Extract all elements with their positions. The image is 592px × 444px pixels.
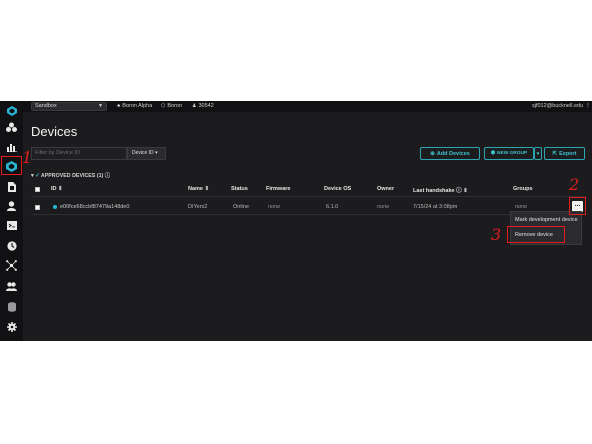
device-type-boron[interactable]: ⬡ Boron xyxy=(161,102,182,111)
integrations-icon[interactable] xyxy=(3,257,20,274)
new-group-button[interactable]: ⬢ NEW GROUP xyxy=(484,147,534,160)
logo-icon[interactable] xyxy=(3,102,20,119)
chevron-down-icon: ▾ xyxy=(155,150,158,156)
terminal-icon[interactable] xyxy=(3,217,20,234)
filter-field-select[interactable]: Device ID ▾ xyxy=(127,147,166,160)
annotation-number-2: 2 xyxy=(569,175,580,194)
sort-icon: ⇕ xyxy=(204,186,210,192)
filter-field-label: Device ID xyxy=(132,150,154,156)
device-type-label: Boron Alpha xyxy=(122,103,153,109)
add-devices-label: Add Devices xyxy=(436,150,470,157)
analytics-icon[interactable] xyxy=(3,139,20,156)
chevron-down-icon: ▾ xyxy=(536,150,540,157)
approved-devices-label: APPROVED DEVICES (1) xyxy=(40,173,104,179)
device-os-cell: 6.1.0 xyxy=(326,204,339,210)
user-menu[interactable]: sjf012@bucknell.edu ⋮ xyxy=(532,102,591,111)
export-button[interactable]: ⇱ Export xyxy=(544,147,585,160)
column-header-groups: Groups xyxy=(513,186,533,192)
row-checkbox[interactable] xyxy=(35,205,40,210)
add-devices-button[interactable]: ⊕ Add Devices xyxy=(420,147,480,160)
table-header: ID ⇕ Name ⇕ Status Firmware Device OS Ow… xyxy=(31,184,587,197)
info-icon: ⓘ xyxy=(104,173,111,179)
page-title: Devices xyxy=(31,124,78,139)
annotation-box-more xyxy=(569,197,586,215)
device-name-cell: DIYers2 xyxy=(188,204,208,210)
products-icon[interactable] xyxy=(3,118,20,135)
annotation-box-devices xyxy=(1,156,22,175)
top-bar xyxy=(23,101,592,112)
owner-cell: none xyxy=(377,204,390,210)
column-header-device-os: Device OS xyxy=(324,186,352,192)
column-header-name[interactable]: Name ⇕ xyxy=(188,186,209,192)
device-type-boron-alpha[interactable]: ♣ Boron Alpha xyxy=(117,102,152,111)
table-row[interactable]: e00fce68ccbf87479a148de0 DIYers2 Online … xyxy=(31,202,587,215)
group-icon: ⬢ xyxy=(490,151,496,156)
info-icon: ⓘ xyxy=(456,188,462,194)
device-small-icon: ⬡ xyxy=(161,103,166,109)
column-header-status: Status xyxy=(231,186,248,192)
approved-devices-header[interactable]: ▾ ✓ APPROVED DEVICES (1) ⓘ xyxy=(31,171,110,179)
sort-icon: ⇕ xyxy=(463,188,468,194)
chevron-down-icon: ▼ xyxy=(98,103,103,109)
user-icon[interactable] xyxy=(3,197,20,214)
annotation-number-1: 1 xyxy=(22,148,33,167)
sandbox-select[interactable]: Sandbox ▼ xyxy=(31,102,107,111)
column-header-last-handshake[interactable]: Last handshake ⓘ ⇕ xyxy=(413,186,468,194)
groups-cell: none xyxy=(515,204,528,210)
column-header-firmware: Firmware xyxy=(266,186,291,192)
sim-card-icon[interactable] xyxy=(3,178,20,195)
device-type-label: Boron xyxy=(167,103,183,109)
export-label: Export xyxy=(559,150,577,157)
kebab-icon: ⋮ xyxy=(585,103,591,109)
last-handshake-cell: 7/15/24 at 3:08pm xyxy=(413,204,458,210)
team-icon[interactable] xyxy=(3,278,20,295)
add-icon: ⊕ xyxy=(430,150,435,157)
new-group-dropdown[interactable]: ▾ xyxy=(534,147,542,160)
user-small-icon: ♟ xyxy=(192,103,197,109)
settings-gear-icon[interactable] xyxy=(3,318,20,335)
chevron-down-icon: ▾ xyxy=(31,173,34,179)
user-email: sjf012@bucknell.edu xyxy=(532,103,584,109)
device-filter-input[interactable]: Filter by Device ID xyxy=(31,147,127,160)
sandbox-label: Sandbox xyxy=(35,103,57,109)
new-group-label: NEW GROUP xyxy=(497,151,528,156)
sort-icon: ⇕ xyxy=(58,186,63,192)
org-id-label: 30542 xyxy=(198,103,214,109)
online-status-dot xyxy=(53,204,57,209)
column-header-owner: Owner xyxy=(377,186,395,192)
annotation-box-remove xyxy=(507,226,565,243)
export-icon: ⇱ xyxy=(552,150,558,157)
mark-development-device-item[interactable]: Mark development device xyxy=(515,217,578,223)
events-icon[interactable] xyxy=(3,237,20,254)
products-small-icon: ♣ xyxy=(117,103,121,109)
column-header-id[interactable]: ID ⇕ xyxy=(51,186,63,192)
firmware-cell: none xyxy=(268,204,281,210)
device-id-cell[interactable]: e00fce68ccbf87479a148de0 xyxy=(53,204,129,210)
database-icon[interactable] xyxy=(3,298,20,315)
select-all-checkbox[interactable] xyxy=(35,187,40,192)
check-icon: ✓ xyxy=(35,173,40,179)
annotation-number-3: 3 xyxy=(491,225,502,244)
console-app xyxy=(0,101,592,341)
device-status-cell: Online xyxy=(233,204,249,210)
org-id: ♟ 30542 xyxy=(192,102,214,111)
